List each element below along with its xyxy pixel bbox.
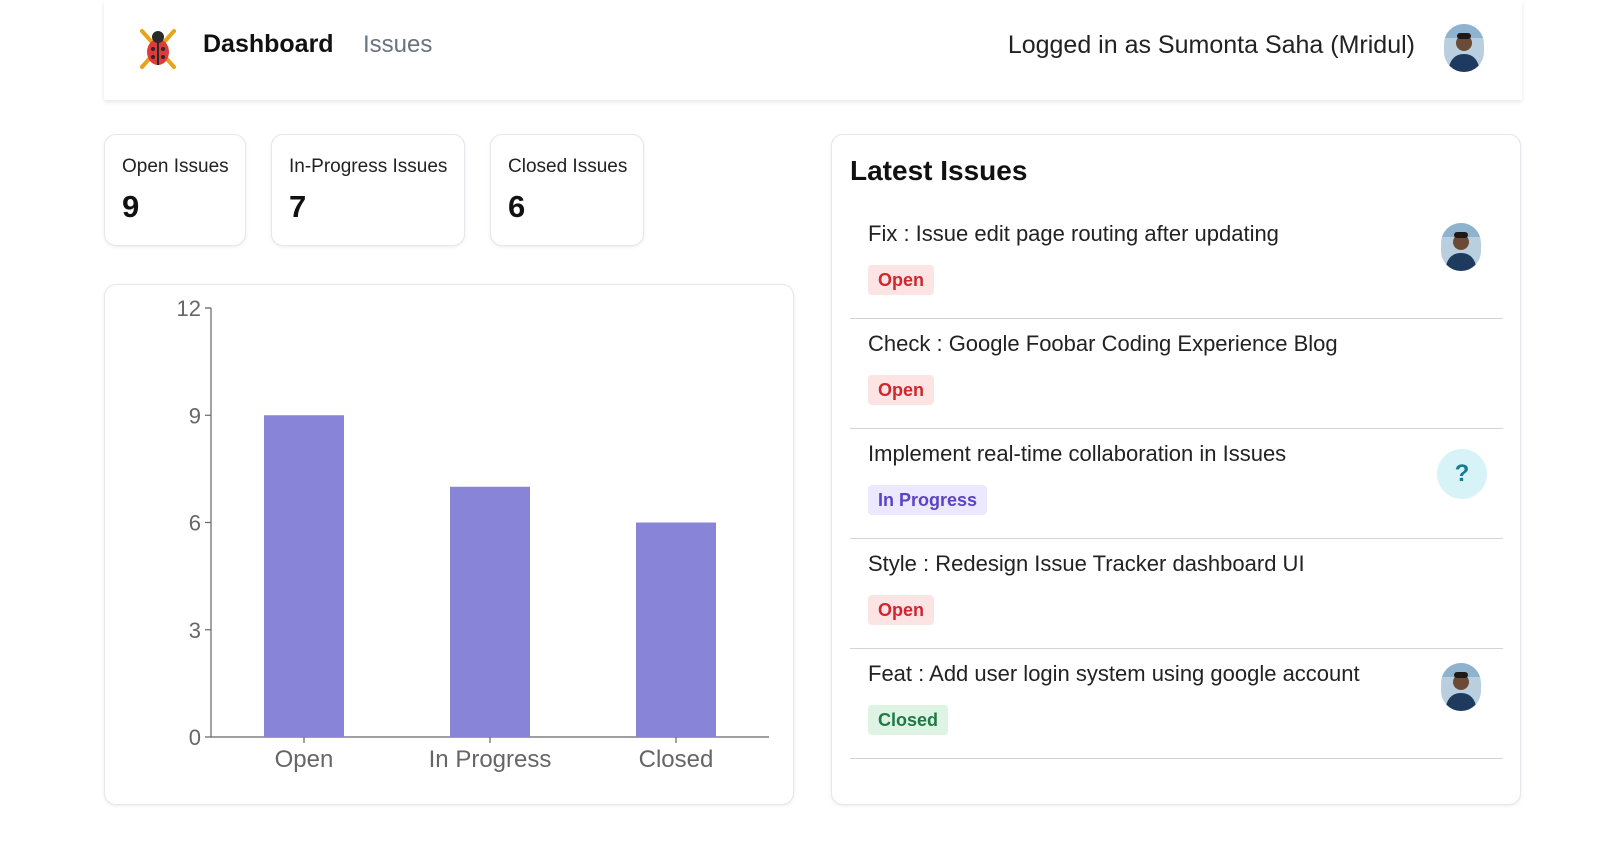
y-tick-label: 9 [189, 403, 201, 428]
y-tick-label: 0 [189, 725, 201, 750]
unassigned-avatar: ? [1437, 449, 1487, 499]
issue-status-chart-card: 0 3 6 9 12 Open In Progress Closed [104, 284, 794, 805]
issue-title[interactable]: Feat : Add user login system using googl… [868, 661, 1360, 687]
bug-icon[interactable] [134, 25, 182, 73]
y-tick-label: 6 [189, 511, 201, 536]
issue-row[interactable]: Check : Google Foobar Coding Experience … [850, 319, 1503, 429]
stat-label: In-Progress Issues [289, 156, 448, 177]
issue-title[interactable]: Implement real-time collaboration in Iss… [868, 441, 1286, 467]
status-badge: In Progress [868, 485, 988, 515]
user-avatar[interactable] [1444, 24, 1484, 72]
stat-card-closed[interactable]: Closed Issues 6 [490, 134, 644, 246]
status-badge: Closed [868, 705, 949, 735]
bar-open [264, 415, 344, 737]
stat-card-open[interactable]: Open Issues 9 [104, 134, 246, 246]
bar-closed [636, 522, 716, 737]
status-badge: Open [868, 265, 935, 295]
stat-value: 6 [508, 189, 526, 224]
issue-row[interactable]: Feat : Add user login system using googl… [850, 649, 1503, 759]
issue-status-bar-chart: 0 3 6 9 12 Open In Progress Closed [177, 296, 769, 773]
x-tick-label: Open [275, 746, 334, 773]
issue-title[interactable]: Check : Google Foobar Coding Experience … [868, 331, 1338, 357]
issue-row[interactable]: Fix : Issue edit page routing after upda… [850, 209, 1503, 319]
latest-issues-card: Latest Issues Fix : Issue edit page rout… [831, 134, 1521, 805]
stat-label: Closed Issues [508, 156, 628, 177]
issue-title[interactable]: Fix : Issue edit page routing after upda… [868, 221, 1279, 247]
stat-label: Open Issues [122, 156, 229, 177]
status-badge: Open [868, 595, 935, 625]
y-tick-label: 3 [189, 618, 201, 643]
x-tick-label: In Progress [429, 746, 552, 773]
y-tick-label: 12 [177, 296, 201, 321]
stat-value: 7 [289, 189, 307, 224]
issue-title[interactable]: Style : Redesign Issue Tracker dashboard… [868, 551, 1305, 577]
issue-row[interactable]: Style : Redesign Issue Tracker dashboard… [850, 539, 1503, 649]
issue-row[interactable]: Implement real-time collaboration in Iss… [850, 429, 1503, 539]
nav-dashboard-link[interactable]: Dashboard [203, 30, 334, 59]
latest-issues-title: Latest Issues [850, 155, 1028, 186]
x-tick-label: Closed [639, 746, 714, 773]
nav-issues-link[interactable]: Issues [363, 31, 432, 59]
stat-value: 9 [122, 189, 140, 224]
status-badge: Open [868, 375, 935, 405]
logged-in-user-label: Logged in as Sumonta Saha (Mridul) [1007, 31, 1415, 59]
assignee-avatar [1441, 663, 1481, 711]
assignee-avatar [1441, 223, 1481, 271]
bar-in-progress [450, 486, 530, 737]
stat-card-in-progress[interactable]: In-Progress Issues 7 [271, 134, 465, 246]
navbar: Dashboard Issues Logged in as Sumonta Sa… [104, 0, 1522, 100]
